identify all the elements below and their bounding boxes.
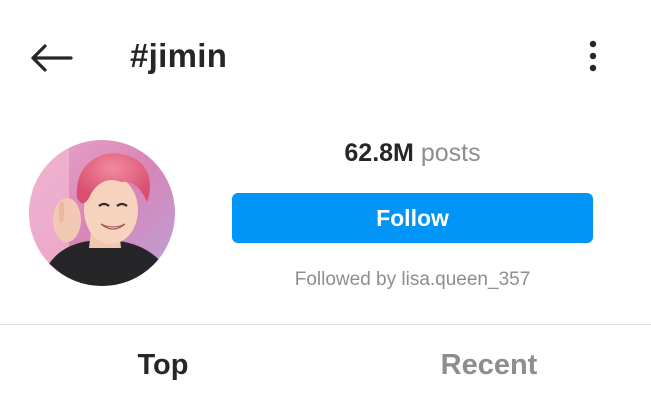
more-options-button[interactable] [578, 36, 608, 76]
post-count-unit: posts [420, 139, 481, 167]
post-count: 62.8M posts [232, 136, 593, 170]
tab-top[interactable]: Top [0, 325, 326, 406]
tab-recent[interactable]: Recent [326, 325, 651, 406]
back-button[interactable] [26, 36, 76, 80]
vertical-dots-icon [589, 40, 597, 72]
follow-button[interactable]: Follow [232, 193, 593, 243]
arrow-left-icon [31, 44, 73, 72]
hashtag-avatar [29, 140, 175, 286]
header-bar: #jimin [0, 0, 651, 110]
page-title: #jimin [130, 37, 228, 74]
tab-bar: Top Recent [0, 325, 651, 406]
followed-by-text[interactable]: Followed by lisa.queen_357 [232, 266, 593, 294]
avatar-image [29, 140, 175, 286]
post-count-value: 62.8M [344, 139, 414, 167]
